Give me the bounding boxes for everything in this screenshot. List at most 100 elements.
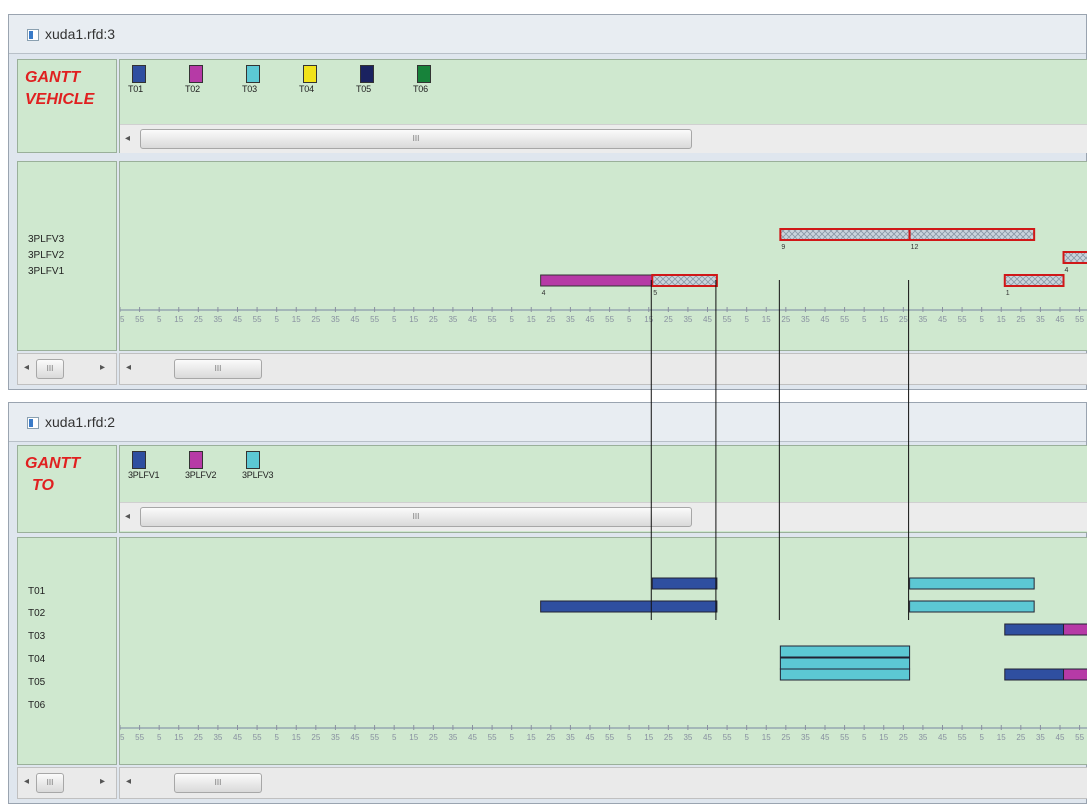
bar-start-label: 1 [1006,290,1010,297]
window-title: xuda1.rfd:2 [45,414,116,430]
axis-minute-label: 35 [566,315,575,324]
legend-label: T04 [299,84,314,94]
legend-swatch [132,65,146,83]
legend-swatch [189,65,203,83]
bar-start-label: 4 [542,290,546,297]
axis-minute-label: 25 [311,315,320,324]
axis-minute-label: 25 [781,733,790,742]
axis-minute-label: 15 [644,315,653,324]
axis-minute-label: 55 [370,315,379,324]
scroll-thumb[interactable]: III [174,773,262,793]
scroll-left-arrow[interactable]: ◂ [125,133,130,144]
axis-minute-label: 35 [801,733,810,742]
gantt-title-line1: GANTT [25,69,81,86]
bar-rect [1003,274,1065,287]
vehicle-gantt-chart: 4591214455551525354555515253545555152535… [119,161,1087,351]
scroll-left-arrow[interactable]: ◂ [126,776,131,787]
axis-minute-label: 55 [488,315,497,324]
to-bar[interactable] [779,668,911,681]
to-bar[interactable] [540,600,718,613]
scroll-right-arrow[interactable]: ▸ [100,776,105,787]
window-titlebar[interactable]: xuda1.rfd:3 [9,15,1086,54]
vehicle-bar[interactable]: 4 [1062,251,1087,274]
scroll-thumb[interactable]: III [140,129,692,149]
axis-minute-label: 5 [392,733,397,742]
axis-minute-label: 25 [1016,315,1025,324]
to-bar[interactable] [909,600,1035,613]
legend-swatch [246,65,260,83]
axis-minute-label: 55 [605,315,614,324]
to-bar[interactable] [1063,623,1087,636]
scroll-left-arrow[interactable]: ◂ [24,362,29,373]
axis-minute-label: 45 [120,315,125,324]
to-bar[interactable] [1063,668,1087,681]
vehicle-bar[interactable]: 9 12 [779,228,918,251]
legend-item-t02: T02 [185,65,225,94]
axis-minute-label: 45 [351,315,360,324]
timeline-scrollbar[interactable]: ◂ III [119,767,1087,799]
axis-minute-label: 5 [157,733,162,742]
to-bar[interactable] [1004,623,1065,636]
axis-minute-label: 55 [488,733,497,742]
to-bar[interactable] [651,577,718,590]
axis-minute-label: 5 [509,733,514,742]
row-label-3plfv2: 3PLFV2 [28,250,65,261]
axis-minute-label: 55 [840,733,849,742]
axis-minute-label: 55 [253,733,262,742]
scroll-left-arrow[interactable]: ◂ [24,776,29,787]
to-bar[interactable] [1004,668,1065,681]
axis-minute-label: 15 [879,733,888,742]
row-label-3plfv3: 3PLFV3 [28,234,65,245]
axis-minute-label: 35 [213,315,222,324]
axis-minute-label: 15 [292,315,301,324]
axis-minute-label: 25 [781,315,790,324]
row-label-column: T01 T02 T03 T04 T05 T06 [17,537,117,765]
to-bar[interactable] [779,645,911,658]
axis-minute-label: 35 [801,315,810,324]
axis-minute-label: 25 [1016,733,1025,742]
scroll-right-arrow[interactable]: ▸ [100,362,105,373]
bar-rect [779,228,911,241]
vehicle-bar[interactable]: 1 [1003,274,1065,297]
axis-minute-label: 35 [213,733,222,742]
window-title: xuda1.rfd:3 [45,26,116,42]
legend-scrollbar[interactable]: ◂ III [120,502,1087,531]
legend-item-t05: T05 [356,65,396,94]
to-bar[interactable] [779,657,911,670]
legend-swatch [360,65,374,83]
row-label-t02: T02 [28,608,46,619]
axis-minute-label: 35 [331,315,340,324]
legend-label: 3PLFV1 [128,470,160,480]
axis-minute-label: 45 [821,315,830,324]
row-label-scrollbar[interactable]: ◂ III ▸ [17,353,117,385]
axis-minute-label: 55 [135,733,144,742]
axis-minute-label: 25 [546,315,555,324]
scroll-thumb[interactable]: III [174,359,262,379]
window-titlebar[interactable]: xuda1.rfd:2 [9,403,1086,442]
scroll-thumb[interactable]: III [140,507,692,527]
scroll-thumb[interactable]: III [36,359,64,379]
axis-minute-label: 55 [370,733,379,742]
axis-minute-label: 45 [468,733,477,742]
scroll-left-arrow[interactable]: ◂ [125,511,130,522]
vehicle-bar[interactable] [908,228,1036,241]
scroll-thumb[interactable]: III [36,773,64,793]
axis-minute-label: 5 [862,315,867,324]
legend-panel: 3PLFV1 3PLFV2 3PLFV3 ◂ III [119,445,1087,533]
row-label-scrollbar[interactable]: ◂ III ▸ [17,767,117,799]
axis-minute-label: 45 [938,315,947,324]
gantt-title-cell: GANTT VEHICLE [17,59,117,153]
legend-scrollbar[interactable]: ◂ III [120,124,1087,153]
to-bar[interactable] [909,577,1035,590]
legend-swatch [132,451,146,469]
vehicle-bar[interactable]: 45 [540,274,658,297]
vehicle-bar[interactable] [651,274,718,287]
axis-minute-label: 55 [1075,315,1084,324]
axis-minute-label: 15 [762,733,771,742]
timeline-scrollbar[interactable]: ◂ III [119,353,1087,385]
axis-minute-label: 5 [862,733,867,742]
axis-minute-label: 5 [274,315,279,324]
bar-start-label: 9 [781,244,785,251]
scroll-left-arrow[interactable]: ◂ [126,362,131,373]
legend-item-t03: T03 [242,65,282,94]
